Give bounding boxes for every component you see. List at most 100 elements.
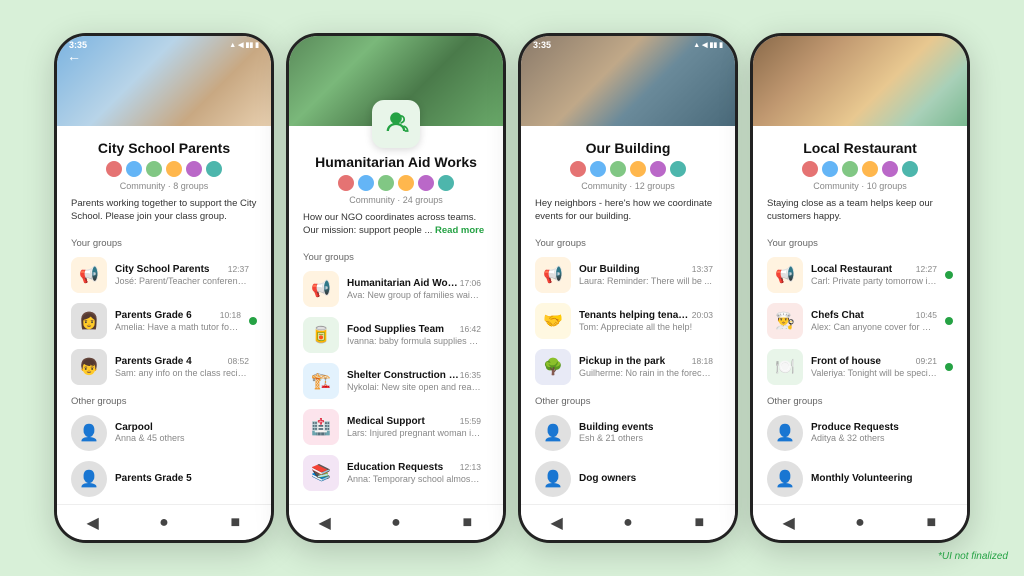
your-groups-label: Your groups	[289, 246, 503, 266]
chat-header-row: Parents Grade 408:52	[115, 356, 249, 367]
chat-item[interactable]: 📢Humanitarian Aid Works17:06Ava: New gro…	[289, 266, 503, 312]
other-group-name: Monthly Volunteering	[811, 473, 912, 484]
nav-back[interactable]: ◀	[81, 511, 105, 535]
chat-content: Education Requests12:13Anna: Temporary s…	[347, 462, 481, 484]
chat-preview: Tom: Appreciate all the help!	[579, 322, 713, 332]
other-group-avatar: 👤	[767, 461, 803, 497]
chat-item[interactable]: 🌳Pickup in the park18:18Guilherme: No ra…	[521, 344, 735, 390]
chat-header-row: Our Building13:37	[579, 264, 713, 275]
member-avatars	[535, 160, 721, 178]
nav-recent[interactable]: ■	[223, 511, 247, 535]
phone-nav: ◀ ● ■	[521, 504, 735, 540]
chat-avatar: 📢	[767, 257, 803, 293]
unread-dot	[249, 317, 257, 325]
chat-time: 16:42	[460, 324, 481, 334]
nav-home[interactable]: ●	[616, 511, 640, 535]
chat-header-row: Shelter Construction Team16:35	[347, 370, 481, 381]
read-more-link[interactable]: Read more	[432, 225, 484, 236]
chat-header-row: City School Parents12:37	[115, 264, 249, 275]
phone-body: Our BuildingCommunity · 12 groupsHey nei…	[521, 126, 735, 504]
nav-back[interactable]: ◀	[313, 511, 337, 535]
nav-recent[interactable]: ■	[687, 511, 711, 535]
your-groups-list: 📢 Local Restaurant12:27Carl: Private part…	[753, 252, 967, 390]
other-groups-label: Other groups	[521, 390, 735, 410]
chat-item[interactable]: 📢 Local Restaurant12:27Carl: Private part…	[753, 252, 967, 298]
phone-nav: ◀ ● ■	[57, 504, 271, 540]
community-title: City School Parents	[71, 140, 257, 156]
chat-item[interactable]: 🏥 Medical Support15:59Lars: Injured pregn…	[289, 404, 503, 450]
chat-avatar: 🏥	[303, 409, 339, 445]
other-group-avatar: 👤	[535, 415, 571, 451]
chat-time: 13:37	[692, 264, 713, 274]
nav-home[interactable]: ●	[152, 511, 176, 535]
chat-avatar: 👩	[71, 303, 107, 339]
chat-item[interactable]: 🥫Food Supplies Team16:42Ivanna: baby for…	[289, 312, 503, 358]
chat-avatar: 🍽️	[767, 349, 803, 385]
avatar	[649, 160, 667, 178]
other-group-info: CarpoolAnna & 45 others	[115, 422, 185, 443]
community-info: City School ParentsCommunity · 8 groupsP…	[57, 126, 271, 232]
chat-header-row: Front of house09:21	[811, 356, 937, 367]
community-info: Our BuildingCommunity · 12 groupsHey nei…	[521, 126, 735, 232]
status-bar	[289, 36, 503, 42]
chat-time: 17:06	[460, 278, 481, 288]
chat-content: Medical Support15:59Lars: Injured pregna…	[347, 416, 481, 438]
chat-avatar: 🤝	[535, 303, 571, 339]
your-groups-list: 📢City School Parents12:37José: Parent/Te…	[57, 252, 271, 390]
phones-container: ←3:35▲ ◀ ▮▮ ▮City School ParentsCommunit…	[38, 13, 986, 563]
chat-avatar: 👦	[71, 349, 107, 385]
nav-back[interactable]: ◀	[545, 511, 569, 535]
chat-preview: Guilherme: No rain in the forecast!	[579, 368, 713, 378]
chat-name: Humanitarian Aid Works	[347, 278, 460, 289]
chat-item[interactable]: 📚Education Requests12:13Anna: Temporary …	[289, 450, 503, 496]
chat-item[interactable]: 📢City School Parents12:37José: Parent/Te…	[57, 252, 271, 298]
nav-home[interactable]: ●	[848, 511, 872, 535]
other-group-item[interactable]: 👤Produce RequestsAditya & 32 others	[753, 410, 967, 456]
chat-avatar: 📢	[71, 257, 107, 293]
other-group-sub: Esh & 21 others	[579, 433, 653, 443]
chat-time: 12:27	[916, 264, 937, 274]
chat-item[interactable]: 🏗️Shelter Construction Team16:35Nykolai:…	[289, 358, 503, 404]
chat-avatar: 👨‍🍳	[767, 303, 803, 339]
avatar	[861, 160, 879, 178]
your-groups-label: Your groups	[753, 232, 967, 252]
avatar	[397, 174, 415, 192]
nav-back[interactable]: ◀	[777, 511, 801, 535]
chat-time: 08:52	[228, 356, 249, 366]
your-groups-list: 📢Humanitarian Aid Works17:06Ava: New gro…	[289, 266, 503, 496]
community-title: Our Building	[535, 140, 721, 156]
chat-time: 12:13	[460, 462, 481, 472]
avatar	[801, 160, 819, 178]
other-group-item[interactable]: 👤Dog owners	[521, 456, 735, 502]
other-group-item[interactable]: 👤Parents Grade 5	[57, 456, 271, 502]
community-description: How our NGO coordinates across teams. Ou…	[303, 211, 489, 238]
chat-name: City School Parents	[115, 264, 209, 275]
nav-home[interactable]: ●	[384, 511, 408, 535]
chat-content: Local Restaurant12:27Carl: Private party…	[811, 264, 937, 286]
chat-preview: Alex: Can anyone cover for me?	[811, 322, 937, 332]
chat-time: 16:35	[460, 370, 481, 380]
chat-name: Tenants helping tenants	[579, 310, 692, 321]
chat-item[interactable]: 📢Our Building13:37Laura: Reminder: There…	[521, 252, 735, 298]
chat-item[interactable]: 👨‍🍳Chefs Chat10:45Alex: Can anyone cover…	[753, 298, 967, 344]
chat-item[interactable]: 👦 Parents Grade 408:52Sam: any info on th…	[57, 344, 271, 390]
member-avatars	[71, 160, 257, 178]
community-description: Hey neighbors - here's how we coordinate…	[535, 197, 721, 224]
other-group-sub: Anna & 45 others	[115, 433, 185, 443]
other-group-item[interactable]: 👤Building eventsEsh & 21 others	[521, 410, 735, 456]
chat-right	[945, 317, 953, 325]
other-group-item[interactable]: 👤CarpoolAnna & 45 others	[57, 410, 271, 456]
chat-item[interactable]: 🍽️Front of house09:21Valeriya: Tonight w…	[753, 344, 967, 390]
nav-recent[interactable]: ■	[455, 511, 479, 535]
other-group-item[interactable]: 👤 Monthly Volunteering	[753, 456, 967, 502]
chat-right	[249, 317, 257, 325]
chat-item[interactable]: 👩Parents Grade 610:18Amelia: Have a math…	[57, 298, 271, 344]
chat-time: 15:59	[460, 416, 481, 426]
chat-header-row: Local Restaurant12:27	[811, 264, 937, 275]
chat-item[interactable]: 🤝Tenants helping tenants20:03Tom: Apprec…	[521, 298, 735, 344]
nav-recent[interactable]: ■	[919, 511, 943, 535]
chat-time: 10:18	[220, 310, 241, 320]
chat-preview: Amelia: Have a math tutor for the upco..…	[115, 322, 241, 332]
chat-preview: Sam: any info on the class recital?	[115, 368, 249, 378]
avatar	[669, 160, 687, 178]
